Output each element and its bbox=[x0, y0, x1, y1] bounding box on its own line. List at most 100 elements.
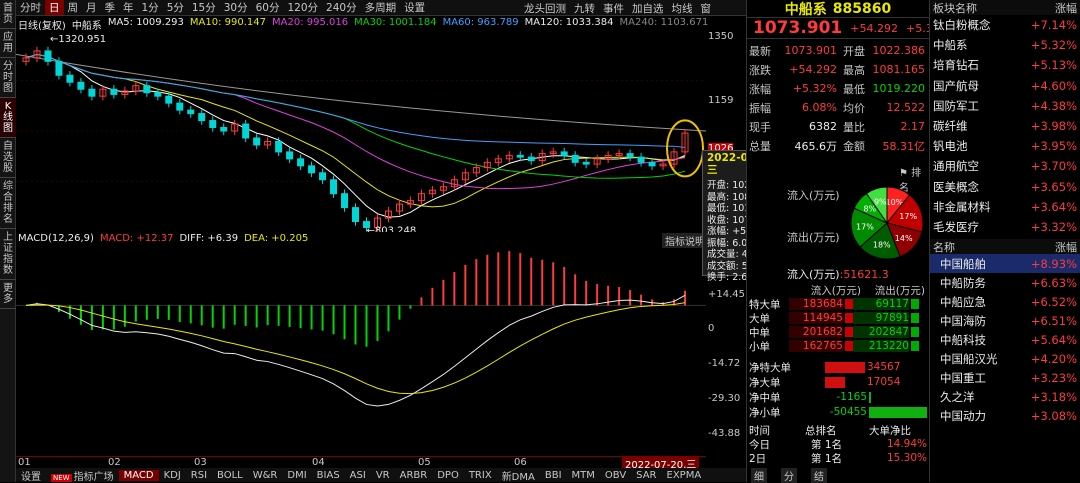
indicator-tab-11[interactable]: ARBR bbox=[395, 470, 433, 481]
candle-body bbox=[66, 74, 74, 83]
period-tab-14[interactable]: 设置 bbox=[400, 0, 429, 15]
side-tab-1[interactable]: 应用 bbox=[0, 29, 16, 58]
period-tab-13[interactable]: 多周期 bbox=[361, 0, 401, 15]
indicator-tab-14[interactable]: 新DMA bbox=[497, 468, 540, 483]
tool-button-4[interactable]: 均线 bbox=[668, 1, 697, 16]
flow-row-name: 小单 bbox=[749, 340, 770, 353]
side-tab-5[interactable]: 综合排名 bbox=[0, 178, 16, 229]
indicator-tab-5[interactable]: BOLL bbox=[212, 470, 248, 481]
quote-bottom-tab[interactable]: 结 bbox=[811, 468, 827, 483]
indicator-tab-12[interactable]: DPO bbox=[432, 470, 464, 481]
side-tab-7[interactable]: 更多 bbox=[0, 280, 16, 309]
stock-row[interactable]: 中船防务 +6.63% bbox=[930, 273, 1080, 292]
period-tab-8[interactable]: 15分 bbox=[188, 0, 220, 15]
sector-row[interactable]: 国产航母 +4.60% bbox=[930, 76, 1080, 96]
period-tab-3[interactable]: 月 bbox=[82, 0, 101, 15]
period-tab-12[interactable]: 240分 bbox=[322, 0, 361, 15]
tool-button-2[interactable]: 事件 bbox=[599, 1, 628, 16]
side-tab-4[interactable]: 自选股 bbox=[0, 138, 16, 178]
quote-value: 6382 bbox=[809, 120, 837, 133]
indicator-tab-16[interactable]: MTM bbox=[567, 470, 600, 481]
sector-row[interactable]: 毛发医疗 +3.32% bbox=[930, 217, 1080, 237]
tool-button-0[interactable]: 龙头回测 bbox=[520, 1, 570, 16]
indicator-tab-9[interactable]: ASI bbox=[345, 470, 371, 481]
side-tab-6[interactable]: 上证指数 bbox=[0, 229, 16, 280]
stock-row[interactable]: 中国船汉光 +4.20% bbox=[930, 349, 1080, 368]
indicator-tab-19[interactable]: EXPMA bbox=[662, 470, 707, 481]
net-value: 34567 bbox=[867, 361, 901, 373]
indicator-tab-17[interactable]: OBV bbox=[600, 470, 631, 481]
flow-row-in: 114945 bbox=[789, 312, 843, 324]
period-tab-9[interactable]: 30分 bbox=[220, 0, 252, 15]
indicator-tab-0[interactable]: 设置 bbox=[16, 468, 46, 483]
side-tab-2[interactable]: 分时图 bbox=[0, 58, 16, 98]
ma-line-60 bbox=[25, 53, 686, 148]
indicator-tab-2[interactable]: MACD bbox=[118, 469, 159, 481]
candle-body bbox=[110, 88, 118, 95]
period-tab-7[interactable]: 5分 bbox=[163, 0, 188, 15]
net-value: 17054 bbox=[867, 376, 901, 388]
candle-body bbox=[648, 161, 656, 167]
candle-body bbox=[582, 161, 590, 165]
stock-row[interactable]: 中国重工 +3.23% bbox=[930, 368, 1080, 387]
side-tab-0[interactable]: 首页 bbox=[0, 0, 16, 29]
period-tab-0[interactable]: 分时 bbox=[16, 0, 45, 15]
flow-out-label: 流出(万元) bbox=[787, 231, 840, 244]
sector-row[interactable]: 培育钻石 +5.13% bbox=[930, 55, 1080, 75]
y-tick-macd: 0 bbox=[708, 323, 715, 334]
indicator-tab-15[interactable]: BBI bbox=[540, 470, 567, 481]
indicator-tab-1[interactable]: NEW 指标广场 bbox=[46, 468, 119, 483]
sector-row[interactable]: 医美概念 +3.65% bbox=[930, 177, 1080, 197]
tool-button-5[interactable]: 窗 bbox=[697, 1, 716, 16]
candle-body bbox=[77, 81, 85, 90]
period-tab-10[interactable]: 60分 bbox=[252, 0, 284, 15]
indicator-tab-18[interactable]: SAR bbox=[631, 470, 661, 481]
flow-row-name: 特大单 bbox=[749, 298, 781, 311]
indicator-tab-6[interactable]: W&R bbox=[248, 470, 283, 481]
sector-row[interactable]: 非金属材料 +3.64% bbox=[930, 197, 1080, 217]
quote-bottom-tab[interactable]: 分 bbox=[781, 468, 797, 483]
indicator-tab-7[interactable]: DMI bbox=[282, 470, 311, 481]
indicator-tab-4[interactable]: RSI bbox=[186, 470, 212, 481]
indicator-tab-13[interactable]: TRIX bbox=[464, 470, 497, 481]
period-tab-2[interactable]: 周 bbox=[64, 0, 83, 15]
period-tab-5[interactable]: 年 bbox=[119, 0, 138, 15]
sector-row[interactable]: 中船系 +5.32% bbox=[930, 35, 1080, 55]
ma5-label: MA5: 1009.293 bbox=[107, 17, 184, 28]
indicator-tab-3[interactable]: KDJ bbox=[159, 470, 186, 481]
macd-chart[interactable] bbox=[16, 246, 706, 454]
side-tab-3[interactable]: K线图 bbox=[0, 98, 16, 138]
sector-row[interactable]: 钒电池 +3.95% bbox=[930, 136, 1080, 156]
kline-chart[interactable]: ←1320.951 ←803.248 bbox=[16, 30, 706, 232]
flow-header-out: 流出(万元) bbox=[874, 284, 925, 297]
stock-row[interactable]: 中国海防 +6.51% bbox=[930, 311, 1080, 330]
stock-row[interactable]: 久之洋 +3.18% bbox=[930, 387, 1080, 406]
stock-row[interactable]: 中国动力 +3.08% bbox=[930, 406, 1080, 425]
sector-row[interactable]: 钛白粉概念 +7.14% bbox=[930, 15, 1080, 35]
sector-row[interactable]: 国防军工 +4.38% bbox=[930, 96, 1080, 116]
stock-header-name: 名称 bbox=[933, 240, 955, 254]
sector-row[interactable]: 碳纤维 +3.98% bbox=[930, 116, 1080, 136]
stock-row[interactable]: 中船应急 +6.52% bbox=[930, 292, 1080, 311]
period-tab-11[interactable]: 120分 bbox=[284, 0, 323, 15]
sector-name: 毛发医疗 bbox=[933, 219, 979, 234]
pie-label: 17% bbox=[899, 212, 917, 221]
quote-bottom-tab[interactable]: 细 bbox=[751, 468, 767, 483]
quote-key: 总量 bbox=[749, 139, 771, 153]
sector-pct: +3.65% bbox=[1030, 179, 1077, 194]
period-tab-1[interactable]: 日 bbox=[45, 0, 64, 15]
tool-button-1[interactable]: 九转 bbox=[570, 1, 599, 16]
period-tab-6[interactable]: 1分 bbox=[138, 0, 163, 15]
indicator-tab-10[interactable]: VR bbox=[371, 470, 395, 481]
candle-body bbox=[209, 120, 217, 129]
stock-row[interactable]: 中船科技 +5.64% bbox=[930, 330, 1080, 349]
flow-row-out-bar bbox=[911, 341, 919, 351]
quote-key: 均价 bbox=[843, 101, 865, 115]
period-tab-4[interactable]: 季 bbox=[101, 0, 120, 15]
indicator-tab-8[interactable]: BIAS bbox=[312, 470, 345, 481]
stock-row[interactable]: 中国船舶 +8.93% bbox=[930, 254, 1080, 274]
candle-body bbox=[571, 154, 579, 163]
sector-row[interactable]: 通用航空 +3.70% bbox=[930, 156, 1080, 176]
macd-value: MACD: +12.37 bbox=[99, 233, 174, 244]
tool-button-3[interactable]: 加自选 bbox=[628, 1, 668, 16]
